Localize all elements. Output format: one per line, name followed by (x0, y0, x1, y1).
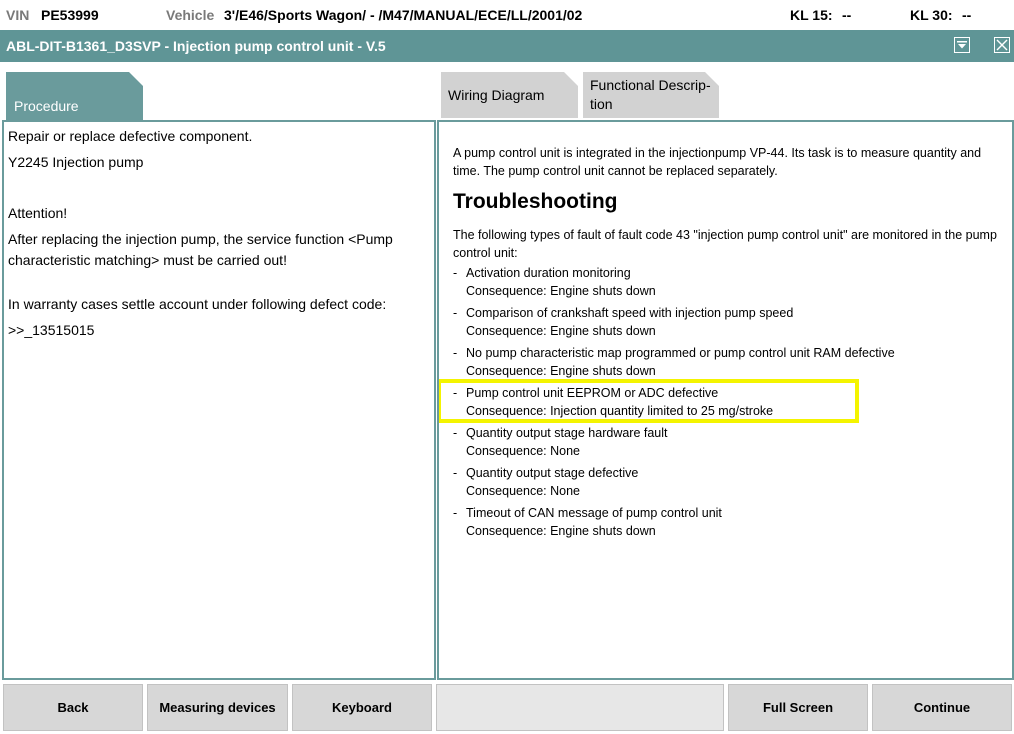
tab-procedure[interactable]: Procedure (6, 72, 143, 120)
full-screen-button[interactable]: Full Screen (728, 684, 868, 731)
list-item: - No pump characteristic map programmed o… (453, 346, 895, 378)
tab-functional-description-label-2: tion (590, 96, 613, 112)
kl15-value: -- (842, 7, 852, 23)
defect-code: >>_13515015 (8, 322, 95, 338)
tab-wiring-diagram-label: Wiring Diagram (448, 87, 545, 103)
tab-procedure-label: Procedure (14, 98, 79, 114)
kl30-value: -- (962, 7, 972, 23)
keyboard-button[interactable]: Keyboard (292, 684, 432, 731)
tab-bar: Procedure Wiring Diagram Functional Desc… (0, 62, 1014, 120)
list-item: - Comparison of crankshaft speed with inj… (453, 306, 794, 338)
vin-label: VIN (6, 7, 30, 23)
window-title-bar: ABL-DIT-B1361_D3SVP - Injection pump con… (0, 30, 1014, 62)
bottom-button-bar: Back Measuring devices Keyboard Full Scr… (0, 682, 1014, 734)
window-title: ABL-DIT-B1361_D3SVP - Injection pump con… (6, 38, 386, 54)
highlight-box (439, 379, 859, 423)
fault-lead-text: The following types of fault of fault co… (453, 228, 997, 260)
repair-instruction: Repair or replace defective component. (8, 128, 253, 144)
kl15-label: KL 15: (790, 7, 833, 23)
troubleshooting-heading: Troubleshooting (453, 190, 618, 213)
functional-description-panel: A pump control unit is integrated in the… (437, 120, 1014, 680)
vehicle-value: 3'/E46/Sports Wagon/ - /M47/MANUAL/ECE/L… (224, 7, 583, 23)
component-name: Y2245 Injection pump (8, 154, 144, 170)
procedure-panel: Repair or replace defective component. Y… (2, 120, 436, 680)
vehicle-label: Vehicle (166, 7, 215, 23)
vehicle-info-bar: VIN PE53999 Vehicle 3'/E46/Sports Wagon/… (0, 0, 1014, 31)
list-item: - Activation duration monitoring Consequen… (453, 266, 656, 298)
dropdown-icon[interactable] (954, 37, 970, 53)
list-item: - Timeout of CAN message of pump control … (453, 506, 722, 538)
tab-wiring-diagram[interactable]: Wiring Diagram (441, 72, 578, 118)
attention-heading: Attention! (8, 205, 68, 221)
attention-text: After replacing the injection pump, the … (8, 231, 393, 268)
back-button[interactable]: Back (3, 684, 143, 731)
tab-functional-description-label-1: Functional Descrip- (590, 77, 711, 93)
intro-text: A pump control unit is integrated in the… (453, 146, 982, 178)
list-item: - Quantity output stage defective Conseque… (453, 466, 639, 498)
close-icon[interactable] (994, 37, 1010, 53)
vin-value: PE53999 (41, 7, 99, 23)
empty-button-slot (436, 684, 724, 731)
warranty-text: In warranty cases settle account under f… (8, 296, 387, 312)
measuring-devices-button[interactable]: Measuring devices (147, 684, 288, 731)
tab-functional-description[interactable]: Functional Descrip- tion (583, 72, 719, 118)
kl30-label: KL 30: (910, 7, 953, 23)
list-item: - Quantity output stage hardware fault Con… (453, 426, 668, 458)
continue-button[interactable]: Continue (872, 684, 1012, 731)
